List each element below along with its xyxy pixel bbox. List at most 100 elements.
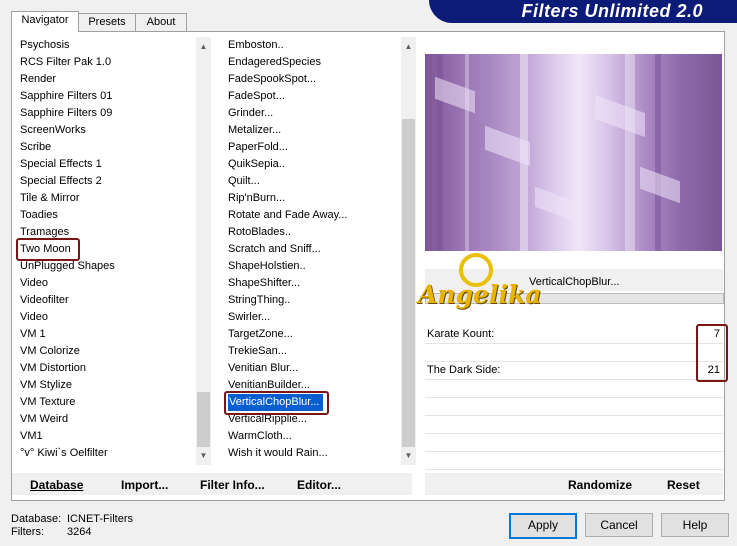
category-item[interactable]: VM Distortion <box>20 360 196 377</box>
filter-item[interactable]: WarmCloth... <box>228 428 400 445</box>
scroll-down-arrow-icon[interactable]: ▼ <box>401 448 416 463</box>
category-item-label: Toadies <box>20 209 58 221</box>
filter-item-label: Swirler... <box>228 311 271 323</box>
filter-item[interactable]: Quilt... <box>228 173 400 190</box>
tab-presets[interactable]: Presets <box>77 13 137 31</box>
filter-item-label: Rip'nBurn... <box>228 192 286 204</box>
category-item[interactable]: ScreenWorks <box>20 122 196 139</box>
filter-scrollbar[interactable]: ▲ ▼ <box>401 37 416 465</box>
scroll-up-arrow-icon[interactable]: ▲ <box>401 39 416 54</box>
preview-image <box>425 54 722 251</box>
filter-item[interactable]: ShapeShifter... <box>228 275 400 292</box>
category-item[interactable]: RCS Filter Pak 1.0 <box>20 54 196 71</box>
filter-item-label: Metalizer... <box>228 124 282 136</box>
category-item[interactable]: Sapphire Filters 01 <box>20 88 196 105</box>
filter-item[interactable]: Swirler... <box>228 309 400 326</box>
filter-item[interactable]: FadeSpot... <box>228 88 400 105</box>
filter-item-label: Venitian Blur... <box>228 362 299 374</box>
param-label-karate-kount: Karate Kount: <box>427 328 495 340</box>
category-item[interactable]: Special Effects 1 <box>20 156 196 173</box>
filter-item[interactable]: QuikSepia.. <box>228 156 400 173</box>
filter-item-label: WarmCloth... <box>228 430 292 442</box>
category-item[interactable]: VM Texture <box>20 394 196 411</box>
status-database-label: Database: <box>11 513 62 525</box>
filter-item[interactable]: EndageredSpecies <box>228 54 400 71</box>
filter-item[interactable]: FadeSpookSpot... <box>228 71 400 88</box>
filter-item[interactable]: StringThing.. <box>228 292 400 309</box>
watermark-text: Angelika <box>418 280 542 309</box>
filter-item[interactable]: RotoBlades.. <box>228 224 400 241</box>
param-row-divider <box>425 361 723 362</box>
reset-button[interactable]: Reset <box>667 478 700 492</box>
category-item-label: UnPlugged Shapes <box>20 260 115 272</box>
category-item[interactable]: Tile & Mirror <box>20 190 196 207</box>
param-row-divider <box>425 469 723 470</box>
filter-item[interactable]: Rotate and Fade Away... <box>228 207 400 224</box>
preview-stripe <box>655 54 661 251</box>
tab-about[interactable]: About <box>135 13 187 31</box>
highlight-box-filter <box>224 391 329 415</box>
status-filters-value: 3264 <box>67 526 92 538</box>
category-item[interactable]: Scribe <box>20 139 196 156</box>
filter-item[interactable]: Wish it would Rain... <box>228 445 400 462</box>
highlight-box-params <box>696 324 728 382</box>
category-item[interactable]: Render <box>20 71 196 88</box>
database-button[interactable]: Database <box>30 478 83 492</box>
category-item[interactable]: Videofilter <box>20 292 196 309</box>
category-item-label: VM 1 <box>20 328 46 340</box>
category-item-label: Scribe <box>20 141 52 153</box>
scroll-thumb[interactable] <box>197 392 210 447</box>
filter-item[interactable]: ShapeHolstien.. <box>228 258 400 275</box>
scroll-down-arrow-icon[interactable]: ▼ <box>196 448 211 463</box>
randomize-button[interactable]: Randomize <box>568 478 632 492</box>
category-item[interactable]: Toadies <box>20 207 196 224</box>
scroll-thumb[interactable] <box>402 119 415 447</box>
filter-item[interactable]: Grinder... <box>228 105 400 122</box>
category-item-label: Tile & Mirror <box>20 192 80 204</box>
category-item-label: Psychosis <box>20 39 70 51</box>
category-item-label: Sapphire Filters 09 <box>20 107 113 119</box>
param-row-divider <box>425 379 723 380</box>
category-item[interactable]: °v° Kiwi`s Oelfilter <box>20 445 196 462</box>
category-scrollbar[interactable]: ▲ ▼ <box>196 37 211 465</box>
category-item[interactable]: Psychosis <box>20 37 196 54</box>
highlight-box-category <box>16 238 80 261</box>
category-item[interactable]: Video <box>20 309 196 326</box>
import-button[interactable]: Import... <box>121 478 168 492</box>
filter-item[interactable]: Emboston.. <box>228 37 400 54</box>
category-item[interactable]: Sapphire Filters 09 <box>20 105 196 122</box>
cancel-button[interactable]: Cancel <box>585 513 653 537</box>
filter-item-label: Emboston.. <box>228 39 284 51</box>
category-item[interactable]: VM Colorize <box>20 343 196 360</box>
filter-item-label: QuikSepia.. <box>228 158 285 170</box>
category-item[interactable]: VM Stylize <box>20 377 196 394</box>
filter-item[interactable]: Venitian Blur... <box>228 360 400 377</box>
category-item[interactable]: VM1 <box>20 428 196 445</box>
filter-item[interactable]: Metalizer... <box>228 122 400 139</box>
category-item[interactable]: Special Effects 2 <box>20 173 196 190</box>
help-button[interactable]: Help <box>661 513 729 537</box>
filter-item[interactable]: Rip'nBurn... <box>228 190 400 207</box>
category-item-label: Render <box>20 73 57 85</box>
tab-navigator[interactable]: Navigator <box>11 11 79 32</box>
filter-item-label: ShapeShifter... <box>228 277 301 289</box>
editor-button[interactable]: Editor... <box>297 478 341 492</box>
filter-item-label: Grinder... <box>228 107 274 119</box>
filter-item-label: PaperFold... <box>228 141 288 153</box>
filter-item[interactable]: TargetZone... <box>228 326 400 343</box>
filter-item[interactable]: Scratch and Sniff... <box>228 241 400 258</box>
filter-item-label: Wish it would Rain... <box>228 447 328 459</box>
apply-button[interactable]: Apply <box>509 513 577 539</box>
category-item[interactable]: Video <box>20 275 196 292</box>
category-item[interactable]: VM Weird <box>20 411 196 428</box>
filter-item-label: StringThing.. <box>228 294 291 306</box>
filter-item[interactable]: TrekieSan... <box>228 343 400 360</box>
filter-item[interactable]: PaperFold... <box>228 139 400 156</box>
filter-info-button[interactable]: Filter Info... <box>200 478 265 492</box>
category-item-label: Videofilter <box>20 294 69 306</box>
scroll-up-arrow-icon[interactable]: ▲ <box>196 39 211 54</box>
category-item[interactable]: VM 1 <box>20 326 196 343</box>
filter-item-label: EndageredSpecies <box>228 56 321 68</box>
filter-item-label: VenitianBuilder... <box>228 379 310 391</box>
category-item-label: VM Texture <box>20 396 76 408</box>
